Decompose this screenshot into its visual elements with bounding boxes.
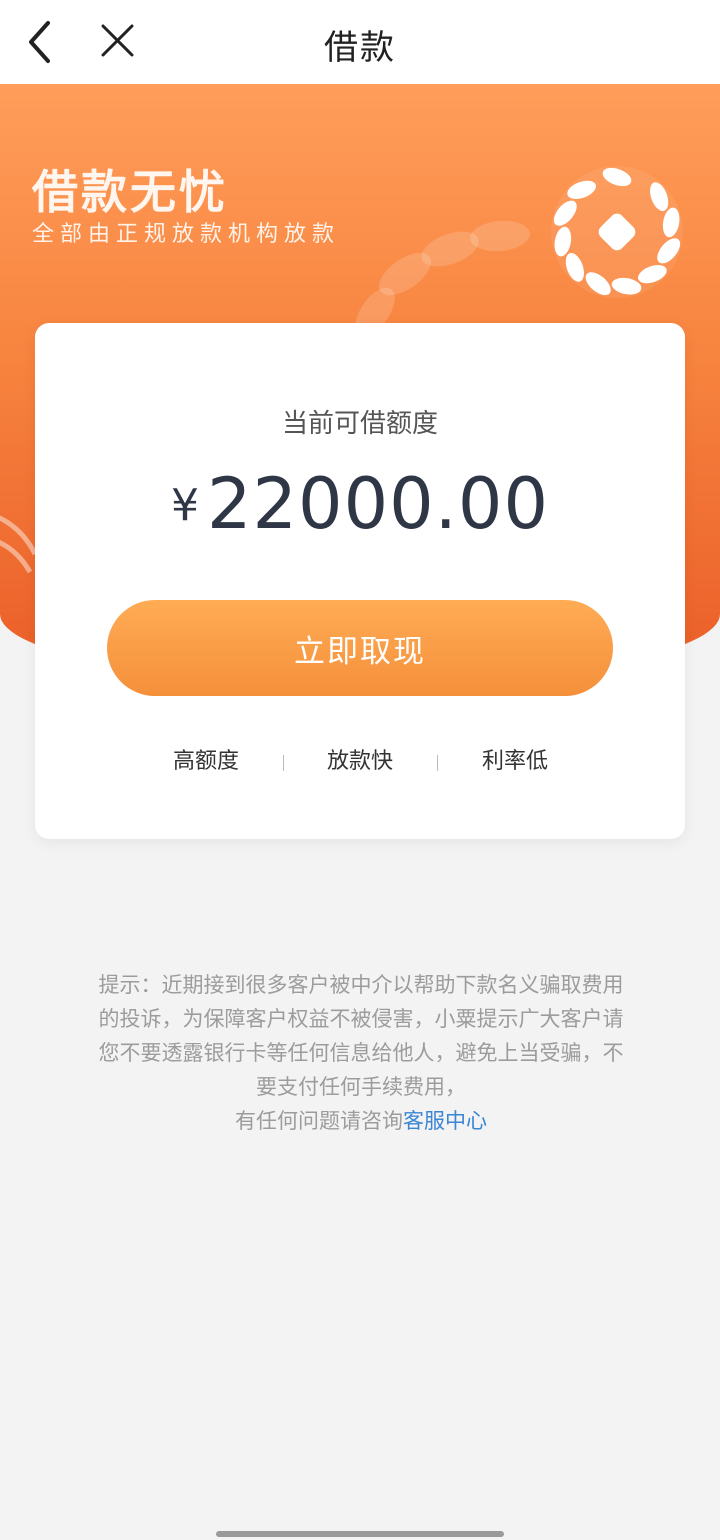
available-credit-label: 当前可借额度 bbox=[281, 409, 438, 439]
notice-contact-line: 有任何问题请咨询客服中心 bbox=[66, 1104, 656, 1138]
notice-line: 您不要透露银行卡等任何信息给他人，避免上当受骗，不 bbox=[98, 1041, 624, 1065]
withdraw-button[interactable]: 立即取现 bbox=[107, 600, 613, 696]
navigation-bar: 借款 bbox=[0, 0, 720, 84]
divider bbox=[437, 755, 438, 771]
notice-line: 要支付任何手续费用， bbox=[256, 1075, 466, 1099]
notice-line: 提示：近期接到很多客户被中介以帮助下款名义骗取费用 bbox=[98, 973, 624, 997]
credit-amount: ¥22000.00 bbox=[35, 463, 685, 545]
page-title: 借款 bbox=[324, 28, 396, 68]
feature-high-limit: 高额度 bbox=[172, 749, 239, 774]
feature-low-rate: 利率低 bbox=[481, 749, 548, 774]
home-indicator[interactable] bbox=[216, 1531, 504, 1537]
coin-wreath-icon bbox=[551, 166, 683, 298]
amount-value: 22000.00 bbox=[206, 463, 549, 545]
divider bbox=[283, 755, 284, 771]
feature-list: 高额度 放款快 利率低 bbox=[35, 743, 685, 777]
customer-service-link[interactable]: 客服中心 bbox=[403, 1109, 487, 1133]
banner-slogan: 借款无忧 bbox=[32, 165, 228, 219]
notice-contact-prefix: 有任何问题请咨询 bbox=[235, 1109, 403, 1133]
banner-subtitle: 全部由正规放款机构放款 bbox=[32, 222, 341, 247]
notice-line: 的投诉，为保障客户权益不被侵害，小粟提示广大客户请 bbox=[98, 1007, 624, 1031]
currency-symbol: ¥ bbox=[170, 480, 199, 531]
loan-card: 当前可借额度 ¥22000.00 立即取现 高额度 放款快 利率低 bbox=[35, 323, 685, 839]
fraud-warning-notice: 提示：近期接到很多客户被中介以帮助下款名义骗取费用 的投诉，为保障客户权益不被侵… bbox=[66, 968, 656, 1138]
feature-fast-disbursement: 放款快 bbox=[326, 749, 393, 774]
